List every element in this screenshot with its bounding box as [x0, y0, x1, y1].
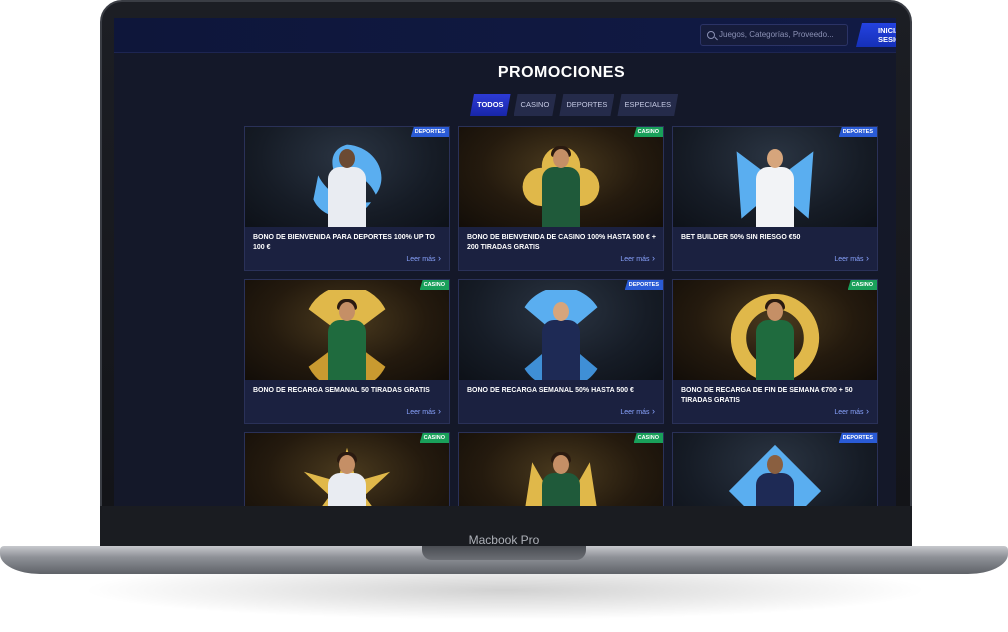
promo-image [245, 280, 449, 380]
category-badge: CASINO [633, 127, 663, 137]
screen: Juegos, Categorías, Proveedo... INICIAR … [114, 18, 896, 506]
search-input[interactable]: Juegos, Categorías, Proveedo... [700, 24, 848, 46]
category-badge: CASINO [419, 280, 449, 290]
promo-card[interactable]: DEPORTES BONO DE RECARGA SEMANAL 50% HAS… [458, 279, 664, 424]
search-icon [707, 31, 715, 39]
read-more-link[interactable]: Leer más [406, 406, 441, 416]
tab-especiales[interactable]: ESPECIALES [617, 94, 678, 116]
promo-card[interactable]: CASINO [244, 432, 450, 506]
promotions-grid: DEPORTES BONO DE BIENVENIDA PARA DEPORTE… [244, 126, 879, 506]
tab-casino[interactable]: CASINO [514, 94, 557, 116]
promo-card[interactable]: DEPORTES [672, 432, 878, 506]
promo-card[interactable]: CASINO BONO DE RECARGA SEMANAL 50 TIRADA… [244, 279, 450, 424]
read-more-link[interactable]: Leer más [620, 406, 655, 416]
promo-image [459, 127, 663, 227]
promo-image [459, 433, 663, 506]
promo-title: BONO DE RECARGA SEMANAL 50% HASTA 500 € [467, 387, 634, 394]
category-badge: CASINO [419, 433, 449, 443]
read-more-link[interactable]: Leer más [406, 253, 441, 263]
athlete-figure [752, 149, 798, 227]
athlete-figure [538, 302, 584, 380]
read-more-link[interactable]: Leer más [834, 253, 869, 263]
dealer-figure [538, 146, 584, 227]
tab-deportes[interactable]: DEPORTES [559, 94, 614, 116]
promo-image [245, 433, 449, 506]
dealer-figure [538, 452, 584, 506]
device-label: Macbook Pro [468, 533, 540, 547]
promo-title: BONO DE BIENVENIDA PARA DEPORTES 100% UP… [253, 234, 435, 251]
promo-image [245, 127, 449, 227]
category-tabs: TODOS CASINO DEPORTES ESPECIALES [470, 94, 678, 116]
promo-title: BONO DE RECARGA DE FIN DE SEMANA €700 + … [681, 387, 853, 404]
promo-image [459, 280, 663, 380]
promo-card[interactable]: CASINO BONO DE RECARGA DE FIN DE SEMANA … [672, 279, 878, 424]
athlete-figure [752, 455, 798, 506]
search-placeholder: Juegos, Categorías, Proveedo... [719, 30, 834, 39]
athlete-figure [324, 149, 370, 227]
login-button[interactable]: INICIAR SESIÓN [856, 23, 896, 47]
promo-card[interactable]: CASINO [458, 432, 664, 506]
promo-image [673, 127, 877, 227]
category-badge: CASINO [847, 280, 877, 290]
promo-title: BET BUILDER 50% SIN RIESGO €50 [681, 234, 801, 241]
category-badge: CASINO [633, 433, 663, 443]
category-badge: DEPORTES [838, 127, 877, 137]
promo-title: BONO DE RECARGA SEMANAL 50 TIRADAS GRATI… [253, 387, 430, 394]
laptop-notch [422, 546, 586, 560]
promo-card[interactable]: DEPORTES BET BUILDER 50% SIN RIESGO €50 … [672, 126, 878, 271]
category-badge: DEPORTES [624, 280, 663, 290]
category-badge: DEPORTES [410, 127, 449, 137]
page-title: PROMOCIONES [497, 64, 626, 81]
promo-card[interactable]: CASINO BONO DE BIENVENIDA DE CASINO 100%… [458, 126, 664, 271]
promo-card[interactable]: DEPORTES BONO DE BIENVENIDA PARA DEPORTE… [244, 126, 450, 271]
category-badge: DEPORTES [838, 433, 877, 443]
tab-todos[interactable]: TODOS [470, 94, 511, 116]
top-bar: Juegos, Categorías, Proveedo... INICIAR … [114, 18, 896, 53]
read-more-link[interactable]: Leer más [620, 253, 655, 263]
promo-image [673, 280, 877, 380]
hostess-figure [752, 299, 798, 380]
promo-image [673, 433, 877, 506]
read-more-link[interactable]: Leer más [834, 406, 869, 416]
hostess-figure [324, 299, 370, 380]
hostess-figure [324, 452, 370, 506]
promo-title: BONO DE BIENVENIDA DE CASINO 100% HASTA … [467, 234, 656, 251]
laptop-mockup: Macbook Pro Juegos, Categorías, Proveedo… [0, 0, 1008, 632]
